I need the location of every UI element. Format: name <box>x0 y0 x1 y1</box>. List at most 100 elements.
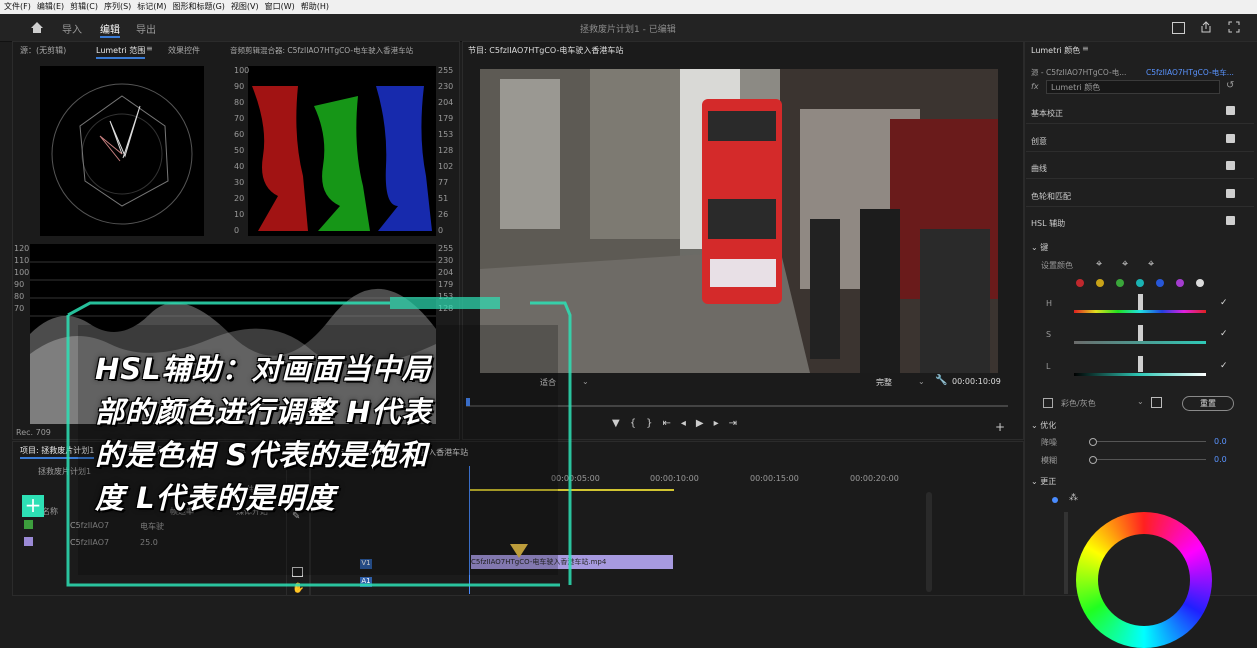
menu-clip[interactable]: 剪辑(C) <box>70 0 98 14</box>
marker-icon[interactable]: ▼ <box>612 418 630 429</box>
denoise-value[interactable]: 0.0 <box>1214 437 1227 446</box>
tab-source[interactable]: 源：(无剪辑) <box>20 45 66 56</box>
sequence-clip-label[interactable]: C5fzIIAO7HTgCO-电车... <box>1146 67 1234 78</box>
menu-file[interactable]: 文件(F) <box>4 0 31 14</box>
swatch-magenta[interactable] <box>1176 279 1184 287</box>
refine-section-label[interactable]: ⌄ 优化 <box>1031 420 1056 431</box>
label-color-swatch[interactable] <box>24 537 33 546</box>
effect-select[interactable]: Lumetri 颜色 <box>1046 80 1220 94</box>
menu-sequence[interactable]: 序列(S) <box>104 0 131 14</box>
eyedropper-add-icon[interactable]: ⌖ <box>1122 257 1128 271</box>
color-gray-label: 彩色/灰色 <box>1061 399 1096 408</box>
fullscreen-icon[interactable] <box>1228 21 1240 33</box>
menu-help[interactable]: 帮助(H) <box>301 0 329 14</box>
section-basic-correction[interactable]: 基本校正 <box>1031 108 1063 119</box>
go-to-out-icon[interactable]: ⇥ <box>729 418 747 429</box>
rec709-label[interactable]: Rec. 709 <box>16 428 51 437</box>
tab-edit[interactable]: 编辑 <box>100 21 120 38</box>
checkbox-color-wheels[interactable] <box>1226 189 1235 198</box>
menu-edit[interactable]: 编辑(E) <box>37 0 64 14</box>
luminance-slider-handle[interactable] <box>1138 356 1143 372</box>
tab-effect-controls[interactable]: 效果控件 <box>168 45 200 56</box>
swatch-blue[interactable] <box>1156 279 1164 287</box>
share-icon[interactable] <box>1200 21 1212 33</box>
label-color-swatch[interactable] <box>24 520 33 529</box>
swatch-green[interactable] <box>1116 279 1124 287</box>
chevron-down-icon[interactable]: ⌄ <box>1137 397 1144 406</box>
saturation-slider-handle[interactable] <box>1138 325 1143 341</box>
menu-window[interactable]: 窗口(W) <box>265 0 295 14</box>
tab-import[interactable]: 导入 <box>62 21 82 36</box>
menu-graphics[interactable]: 图形和标题(G) <box>172 0 224 14</box>
denoise-slider[interactable] <box>1092 441 1206 442</box>
section-creative[interactable]: 创意 <box>1031 136 1047 147</box>
swatch-yellow[interactable] <box>1096 279 1104 287</box>
caption-line-2: 部的颜色进行调整 H代表 <box>95 395 432 429</box>
chevron-down-icon[interactable]: ⌄ <box>918 377 925 386</box>
go-to-in-icon[interactable]: ⇤ <box>662 418 680 429</box>
color-swatches <box>1076 279 1206 289</box>
project-title: 拯救废片计划1 - 已编辑 <box>580 25 676 35</box>
saturation-slider[interactable] <box>1074 341 1206 344</box>
luminance-slider[interactable] <box>1074 373 1206 376</box>
eyedropper-icon[interactable]: ⌖ <box>1096 257 1102 271</box>
section-color-wheels[interactable]: 色轮和匹配 <box>1031 191 1071 202</box>
source-clip-label[interactable]: 源 - C5fzIIAO7HTgCO-电... <box>1031 67 1126 78</box>
color-gray-checkbox[interactable] <box>1043 398 1053 408</box>
step-forward-icon[interactable]: ▸ <box>714 418 729 429</box>
menu-view[interactable]: 视图(V) <box>231 0 259 14</box>
tick: 102 <box>438 162 454 171</box>
swatch-cyan[interactable] <box>1136 279 1144 287</box>
check-icon[interactable]: ✓ <box>1220 329 1228 339</box>
invert-mask-icon[interactable] <box>1151 397 1162 408</box>
checkbox-hsl-secondary[interactable] <box>1226 216 1235 225</box>
program-title[interactable]: 节目: C5fzIIAO7HTgCO-电车驶入香港车站 <box>468 45 623 56</box>
denoise-slider-handle[interactable] <box>1089 438 1097 446</box>
add-button-icon[interactable]: + <box>995 420 1005 434</box>
quality-select[interactable]: 完整 <box>876 377 892 388</box>
swatch-white[interactable] <box>1196 279 1204 287</box>
blur-value[interactable]: 0.0 <box>1214 455 1227 464</box>
out-point-icon[interactable]: } <box>646 418 662 429</box>
step-back-icon[interactable]: ◂ <box>681 418 696 429</box>
lumetri-panel-title[interactable]: Lumetri 颜色 <box>1031 45 1080 56</box>
reset-effect-icon[interactable]: ↺ <box>1226 80 1234 91</box>
key-section-label[interactable]: ⌄ 键 <box>1031 242 1048 253</box>
tick: 90 <box>14 280 25 289</box>
home-icon[interactable] <box>30 21 44 34</box>
checkbox-creative[interactable] <box>1226 134 1235 143</box>
tick: 20 <box>234 194 245 203</box>
reset-button[interactable]: 重置 <box>1182 396 1234 411</box>
col-name[interactable]: 名称 <box>42 506 58 517</box>
hue-slider-handle[interactable] <box>1138 294 1143 310</box>
menu-icon[interactable]: ≡ <box>146 44 153 53</box>
eyedropper-remove-icon[interactable]: ⌖ <box>1148 257 1154 271</box>
swatch-red[interactable] <box>1076 279 1084 287</box>
checkbox-curves[interactable] <box>1226 161 1235 170</box>
hue-slider[interactable] <box>1074 310 1206 313</box>
color-wheel[interactable] <box>1076 512 1212 648</box>
wheel-mode-dot[interactable] <box>1052 497 1058 503</box>
three-wheel-icon[interactable]: ⁂ <box>1069 493 1078 503</box>
menu-marker[interactable]: 标记(M) <box>137 0 166 14</box>
menu-icon[interactable]: ≡ <box>1082 44 1089 53</box>
checkbox-basic-correction[interactable] <box>1226 106 1235 115</box>
check-icon[interactable]: ✓ <box>1220 298 1228 308</box>
chevron-down-icon[interactable]: ⌄ <box>582 377 589 386</box>
section-hsl-secondary[interactable]: HSL 辅助 <box>1031 218 1065 229</box>
wrench-icon[interactable]: 🔧 <box>935 375 947 386</box>
in-point-icon[interactable]: { <box>630 418 646 429</box>
section-curves[interactable]: 曲线 <box>1031 163 1047 174</box>
luma-slider[interactable] <box>1064 512 1068 594</box>
tick: 230 <box>438 82 454 91</box>
blur-slider[interactable] <box>1092 459 1206 460</box>
correction-section-label[interactable]: ⌄ 更正 <box>1031 476 1056 487</box>
workspace-icon[interactable] <box>1172 22 1185 34</box>
play-icon[interactable]: ▶ <box>696 418 714 429</box>
tab-audio-mixer[interactable]: 音频剪辑混合器: C5fzIIAO7HTgCO-电车驶入香港车站 <box>230 45 413 56</box>
tab-lumetri-scopes[interactable]: Lumetri 范围 <box>96 45 146 59</box>
timeline-scrollbar[interactable] <box>926 492 932 592</box>
tab-export[interactable]: 导出 <box>136 21 156 36</box>
check-icon[interactable]: ✓ <box>1220 361 1228 371</box>
blur-slider-handle[interactable] <box>1089 456 1097 464</box>
